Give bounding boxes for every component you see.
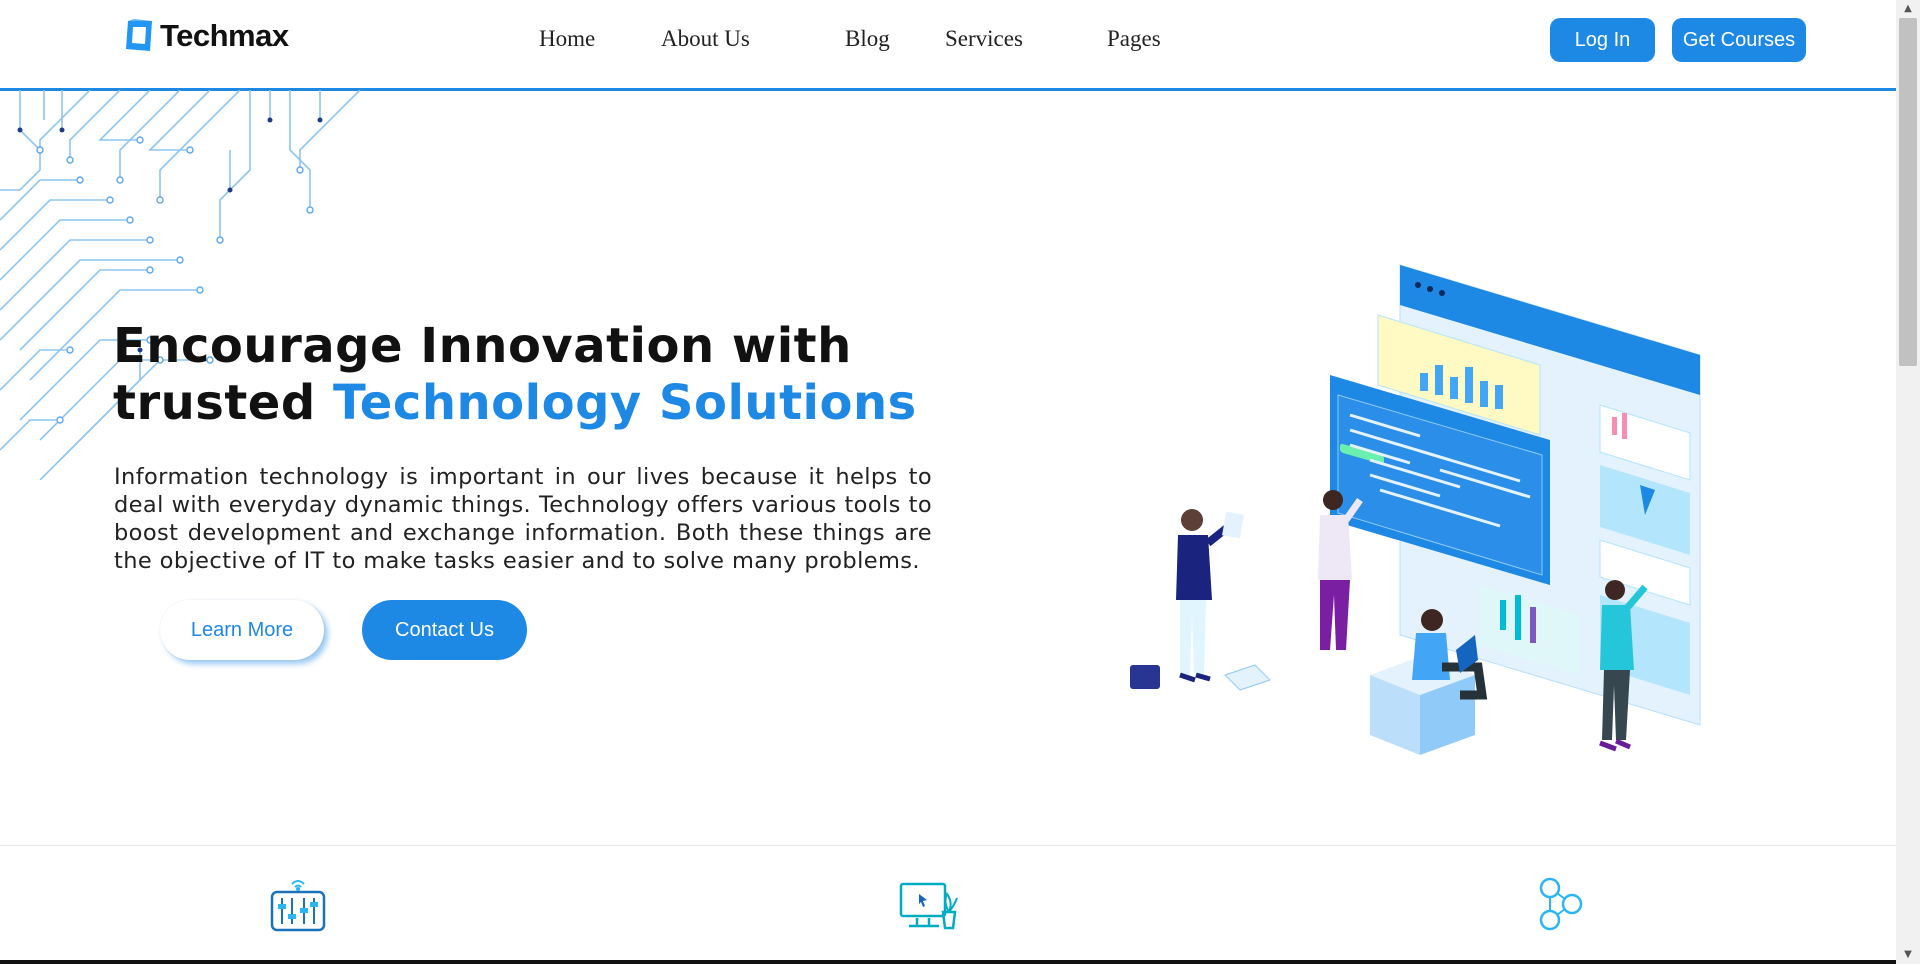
control-panel-icon [270,880,326,932]
desktop-plant-icon [899,882,958,930]
nav-blog[interactable]: Blog [845,26,890,52]
hero-title-line2: trusted Technology Solutions [113,375,917,432]
nav-about-us[interactable]: About Us [661,26,750,52]
bottom-edge [0,960,1896,964]
get-courses-button[interactable]: Get Courses [1672,18,1806,62]
hero-description: Information technology is important in o… [114,464,932,574]
scroll-up-arrow-icon[interactable]: ▲ [1896,0,1920,18]
contact-us-button[interactable]: Contact Us [362,600,527,660]
nav-home[interactable]: Home [539,26,595,52]
team-dashboard-illustration [1130,264,1701,755]
nav-pages[interactable]: Pages [1107,26,1161,52]
nav-services[interactable]: Services [945,26,1023,52]
molecule-icon [1539,877,1583,931]
hero-title-line1: Encourage Innovation with [113,318,852,374]
hero-title-prefix: trusted [113,375,333,431]
features-row [0,845,1896,964]
scrollbar-thumb[interactable] [1899,18,1917,366]
scroll-down-arrow-icon[interactable]: ▼ [1896,946,1920,964]
hero-title: Encourage Innovation with trusted Techno… [113,318,917,432]
site-header: Techmax Home About Us Blog Services Page… [0,0,1896,91]
learn-more-button[interactable]: Learn More [160,600,324,660]
hero-title-accent: Technology Solutions [332,375,917,431]
login-button[interactable]: Log In [1550,18,1655,62]
page: Techmax Home About Us Blog Services Page… [0,0,1896,964]
